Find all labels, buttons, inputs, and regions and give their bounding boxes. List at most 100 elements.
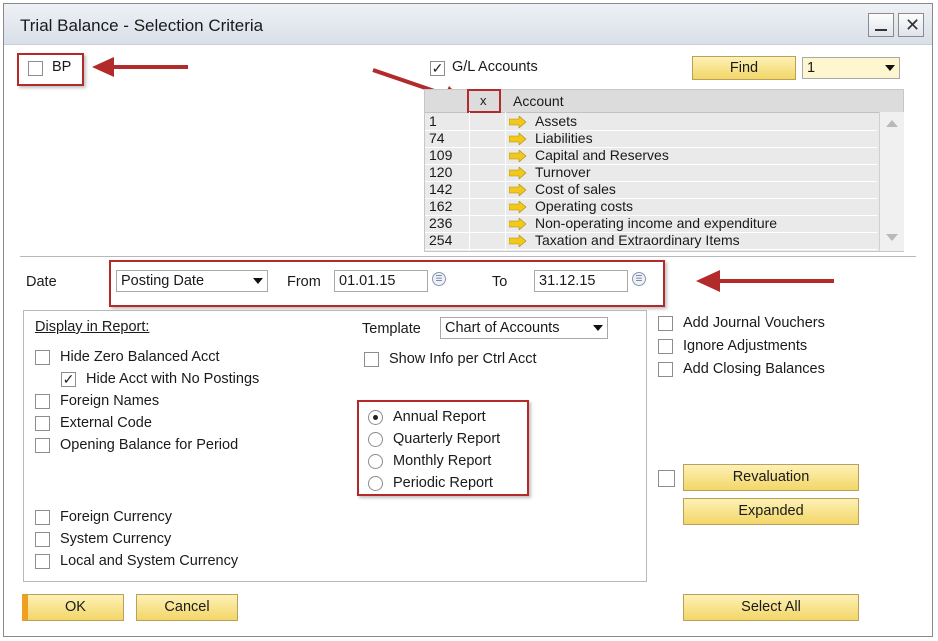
- foreign-currency-label: Foreign Currency: [60, 509, 173, 525]
- revaluation-button[interactable]: Revaluation: [683, 464, 859, 491]
- x-column-highlight: [467, 89, 501, 113]
- local-system-currency-label: Local and System Currency: [60, 553, 239, 569]
- to-date-input[interactable]: 31.12.15: [534, 270, 628, 292]
- yellow-right-arrow-icon[interactable]: [508, 217, 527, 233]
- show-info-ctrl-acct-checkbox[interactable]: [364, 352, 379, 367]
- add-closing-balances-label: Add Closing Balances: [683, 361, 825, 377]
- template-label: Template: [362, 321, 421, 337]
- expanded-button[interactable]: Expanded: [683, 498, 859, 525]
- date-type-select[interactable]: Posting Date: [116, 270, 268, 292]
- row-account-name: Taxation and Extraordinary Items: [535, 232, 740, 248]
- table-scrollbar[interactable]: [879, 112, 904, 251]
- display-in-report-heading: Display in Report:: [35, 319, 150, 335]
- yellow-right-arrow-icon[interactable]: [508, 234, 527, 250]
- minimize-icon: [875, 29, 887, 31]
- external-code-label: External Code: [60, 415, 152, 431]
- cancel-button[interactable]: Cancel: [136, 594, 238, 621]
- annual-report-label: Annual Report: [393, 409, 486, 425]
- calendar-icon[interactable]: ☰: [432, 272, 446, 286]
- monthly-report-radio[interactable]: [368, 454, 383, 469]
- system-currency-label: System Currency: [60, 531, 172, 547]
- row-account-name: Assets: [535, 113, 578, 129]
- add-journal-vouchers-checkbox[interactable]: [658, 316, 673, 331]
- yellow-right-arrow-icon[interactable]: [508, 183, 527, 199]
- quarterly-report-label: Quarterly Report: [393, 431, 501, 447]
- table-row[interactable]: 142 Cost of sales: [425, 181, 877, 199]
- find-select-value: 1: [807, 60, 816, 76]
- accounts-table: x Account 1 Assets 74 Liabilities 109 Capit…: [424, 89, 904, 252]
- row-number: 109: [429, 147, 453, 163]
- from-label: From: [287, 274, 321, 290]
- row-number: 74: [429, 130, 445, 146]
- scroll-up-icon[interactable]: [886, 120, 898, 127]
- table-row[interactable]: 1 Assets: [425, 113, 877, 131]
- chevron-down-icon: [593, 325, 603, 331]
- date-type-value: Posting Date: [121, 273, 205, 289]
- add-closing-balances-checkbox[interactable]: [658, 362, 673, 377]
- minimize-button[interactable]: [868, 13, 894, 37]
- hide-acct-no-postings-checkbox[interactable]: ✓: [61, 372, 76, 387]
- yellow-right-arrow-icon[interactable]: [508, 200, 527, 216]
- table-row[interactable]: 254 Taxation and Extraordinary Items: [425, 232, 877, 250]
- opening-balance-label: Opening Balance for Period: [60, 437, 239, 453]
- column-header-account[interactable]: Account: [513, 93, 564, 109]
- foreign-currency-checkbox[interactable]: [35, 510, 50, 525]
- foreign-names-label: Foreign Names: [60, 393, 160, 409]
- opening-balance-checkbox[interactable]: [35, 438, 50, 453]
- table-row[interactable]: 109 Capital and Reserves: [425, 147, 877, 165]
- row-account-name: Capital and Reserves: [535, 147, 669, 163]
- row-number: 254: [429, 232, 453, 248]
- table-row[interactable]: 236 Non-operating income and expenditure: [425, 215, 877, 233]
- ok-button[interactable]: OK: [22, 594, 124, 621]
- close-icon: ✕: [905, 15, 921, 35]
- find-button[interactable]: Find: [692, 56, 796, 80]
- row-number: 162: [429, 198, 453, 214]
- row-account-name: Liabilities: [535, 130, 593, 146]
- table-row[interactable]: 74 Liabilities: [425, 130, 877, 148]
- yellow-right-arrow-icon[interactable]: [508, 166, 527, 182]
- date-label: Date: [26, 274, 57, 290]
- row-account-name: Non-operating income and expenditure: [535, 215, 778, 231]
- row-number: 1: [429, 113, 437, 129]
- yellow-right-arrow-icon[interactable]: [508, 132, 527, 148]
- periodic-report-label: Periodic Report: [393, 475, 493, 491]
- monthly-report-label: Monthly Report: [393, 453, 492, 469]
- row-number: 236: [429, 215, 453, 231]
- to-label: To: [492, 274, 508, 290]
- foreign-names-checkbox[interactable]: [35, 394, 50, 409]
- periodic-report-radio[interactable]: [368, 476, 383, 491]
- chevron-down-icon: [253, 278, 263, 284]
- row-account-name: Operating costs: [535, 198, 634, 214]
- window-title: Trial Balance - Selection Criteria: [20, 16, 264, 35]
- annual-report-radio[interactable]: [368, 410, 383, 425]
- table-row[interactable]: 120 Turnover: [425, 164, 877, 182]
- show-info-ctrl-acct-label: Show Info per Ctrl Acct: [389, 351, 537, 367]
- hide-acct-no-postings-label: Hide Acct with No Postings: [86, 371, 260, 387]
- ignore-adjustments-checkbox[interactable]: [658, 339, 673, 354]
- select-all-button[interactable]: Select All: [683, 594, 859, 621]
- template-select[interactable]: Chart of Accounts: [440, 317, 608, 339]
- trial-balance-window: Trial Balance - Selection Criteria ✕ BP …: [3, 3, 933, 637]
- row-number: 120: [429, 164, 453, 180]
- bp-label: BP: [52, 59, 72, 75]
- local-system-currency-checkbox[interactable]: [35, 554, 50, 569]
- close-button[interactable]: ✕: [898, 13, 924, 37]
- system-currency-checkbox[interactable]: [35, 532, 50, 547]
- external-code-checkbox[interactable]: [35, 416, 50, 431]
- scroll-down-icon[interactable]: [886, 234, 898, 241]
- add-journal-vouchers-label: Add Journal Vouchers: [683, 315, 825, 331]
- chevron-down-icon: [885, 65, 895, 71]
- calendar-icon[interactable]: ☰: [632, 272, 646, 286]
- title-bar: Trial Balance - Selection Criteria ✕: [4, 4, 932, 45]
- from-date-input[interactable]: 01.01.15: [334, 270, 428, 292]
- yellow-right-arrow-icon[interactable]: [508, 149, 527, 165]
- quarterly-report-radio[interactable]: [368, 432, 383, 447]
- row-number: 142: [429, 181, 453, 197]
- revaluation-checkbox[interactable]: [658, 470, 675, 487]
- hide-zero-balanced-checkbox[interactable]: [35, 350, 50, 365]
- hide-zero-balanced-label: Hide Zero Balanced Acct: [60, 349, 220, 365]
- table-row[interactable]: 162 Operating costs: [425, 198, 877, 216]
- yellow-right-arrow-icon[interactable]: [508, 115, 527, 131]
- find-select[interactable]: 1: [802, 57, 900, 79]
- bp-checkbox[interactable]: [28, 61, 43, 76]
